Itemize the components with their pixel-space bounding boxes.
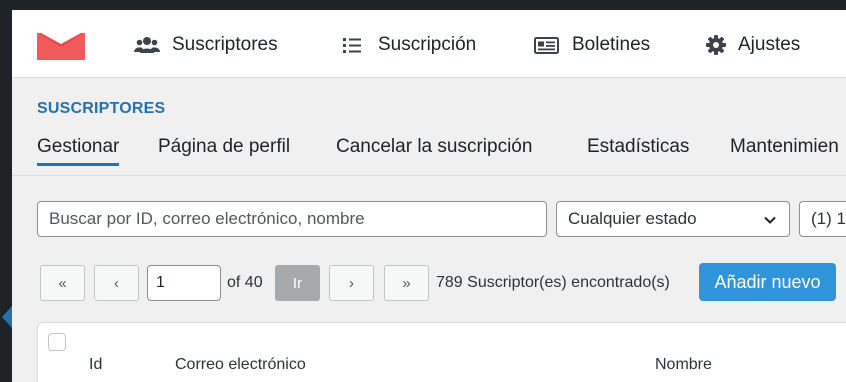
page-number-input[interactable] <box>147 265 221 301</box>
chevron-down-icon <box>764 216 776 224</box>
sub-navigation: Gestionar Página de perfil Cancelar la s… <box>37 136 846 168</box>
nav-newsletters[interactable]: Boletines <box>534 32 650 58</box>
tab-maintenance[interactable]: Mantenimien <box>730 136 839 163</box>
divider <box>12 175 846 176</box>
column-header-email[interactable]: Correo electrónico <box>175 356 306 374</box>
newspaper-icon <box>534 34 560 56</box>
nav-settings[interactable]: Ajustes <box>705 32 800 58</box>
gear-icon <box>705 34 727 56</box>
list-filter-value: (1) 10 <box>811 209 846 228</box>
previous-page-button[interactable]: ‹ <box>94 265 139 301</box>
add-new-button[interactable]: Añadir nuevo <box>699 263 836 301</box>
status-filter-select[interactable]: Cualquier estado <box>556 201 790 237</box>
tab-manage[interactable]: Gestionar <box>37 136 120 166</box>
admin-bar-edge <box>12 0 846 10</box>
tab-unsubscribe[interactable]: Cancelar la suscripción <box>336 136 532 163</box>
users-icon <box>134 34 160 56</box>
subscribers-table: Id Correo electrónico Nombre <box>37 322 846 382</box>
nav-subscription[interactable]: Suscripción <box>340 32 476 58</box>
results-count: 789 Suscriptor(es) encontrado(s) <box>436 274 670 291</box>
go-button[interactable]: Ir <box>275 265 320 301</box>
total-pages-text: of 40 <box>227 274 263 291</box>
app-logo <box>37 33 85 60</box>
tab-profile-page[interactable]: Página de perfil <box>158 136 290 163</box>
tab-statistics[interactable]: Estadísticas <box>587 136 689 163</box>
plugin-app: Suscriptores Suscripción Boletines Ajust… <box>12 10 846 382</box>
status-filter-value: Cualquier estado <box>568 209 697 228</box>
column-header-name[interactable]: Nombre <box>655 356 712 374</box>
nav-subscribers-label: Suscriptores <box>172 34 278 55</box>
next-page-button[interactable]: › <box>329 265 374 301</box>
select-all-checkbox[interactable] <box>48 333 66 351</box>
search-input[interactable] <box>37 201 547 237</box>
section-title: SUSCRIPTORES <box>37 100 166 117</box>
nav-newsletters-label: Boletines <box>572 34 651 55</box>
collapse-menu-arrow-icon[interactable] <box>2 306 12 328</box>
list-filter-select[interactable]: (1) 10 <box>799 201 846 237</box>
first-page-button[interactable]: « <box>40 265 85 301</box>
column-header-id[interactable]: Id <box>89 356 102 374</box>
nav-settings-label: Ajustes <box>738 34 801 55</box>
nav-subscribers[interactable]: Suscriptores <box>134 32 278 58</box>
last-page-button[interactable]: » <box>384 265 429 301</box>
list-icon <box>340 34 366 56</box>
nav-subscription-label: Suscripción <box>378 34 477 55</box>
top-navigation: Suscriptores Suscripción Boletines Ajust… <box>12 10 846 78</box>
